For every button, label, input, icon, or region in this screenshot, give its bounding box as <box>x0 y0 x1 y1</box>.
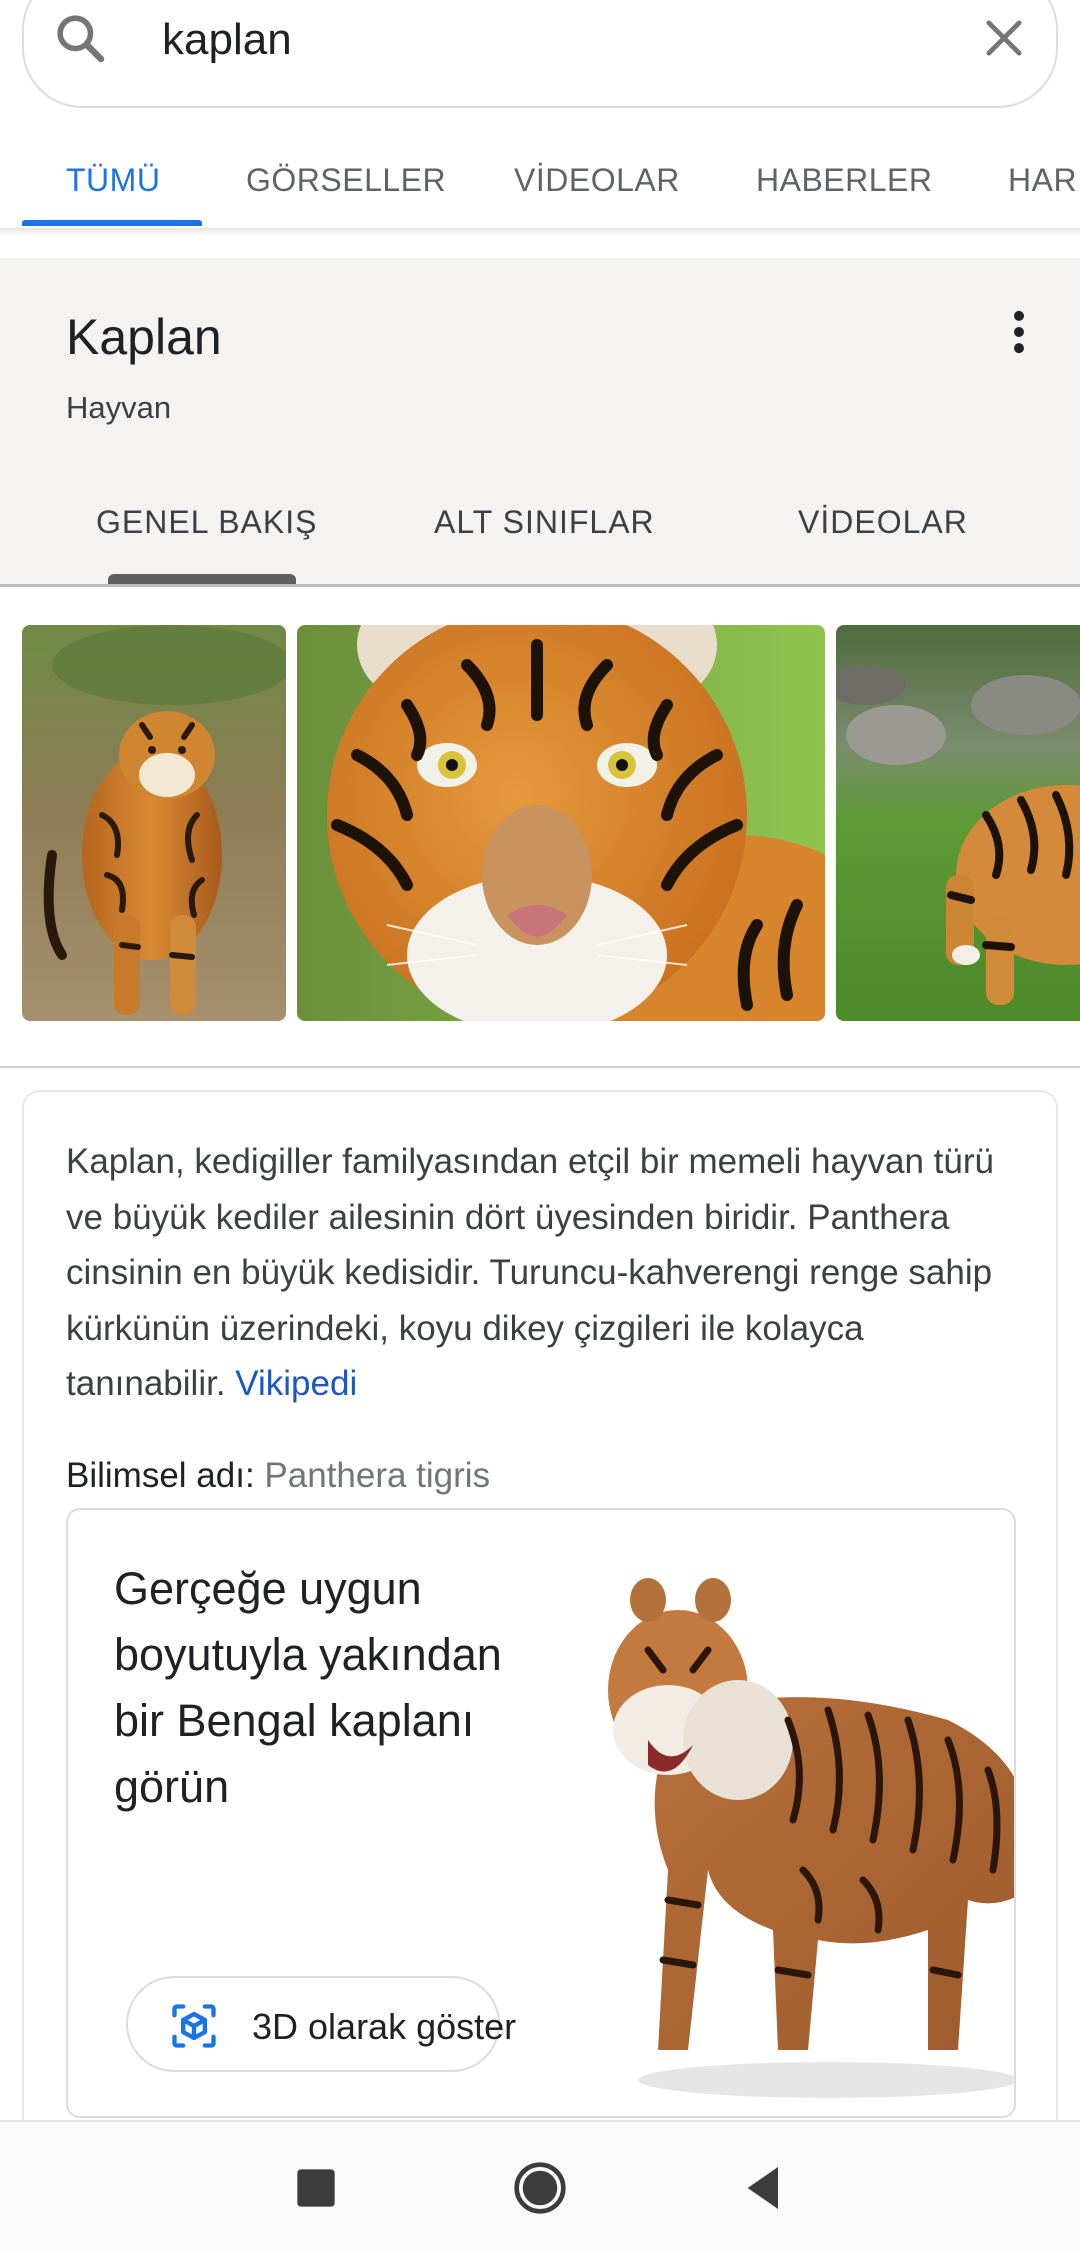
more-vert-icon[interactable] <box>1004 310 1034 354</box>
search-icon[interactable] <box>52 10 108 66</box>
ar-card-title: Gerçeğe uygun boyutuyla yakından bir Ben… <box>114 1563 502 1812</box>
description-text: Kaplan, kedigiller familyasından etçil b… <box>66 1134 1026 1412</box>
tab-news[interactable]: HABERLER <box>756 162 933 199</box>
knowledge-panel-header: Kaplan Hayvan GENEL BAKIŞ ALT SINIFLAR V… <box>0 258 1080 586</box>
description-body: Kaplan, kedigiller familyasından etçil b… <box>66 1142 994 1403</box>
view-in-3d-button[interactable]: 3D olarak göster <box>126 1976 516 2072</box>
active-tab-indicator <box>22 220 202 226</box>
tiger-face-image[interactable] <box>297 625 825 1021</box>
search-input[interactable]: kaplan <box>162 14 292 66</box>
view-in-3d-label: 3D olarak göster <box>252 2006 517 2047</box>
tiger-grass-image[interactable] <box>836 625 1080 1021</box>
tab-kp-videos[interactable]: VİDEOLAR <box>798 504 968 541</box>
search-tabs: TÜMÜ GÖRSELLER VİDEOLAR HABERLER HARİ <box>0 132 1080 232</box>
entity-title: Kaplan <box>66 309 222 365</box>
bengal-tiger-3d-image <box>608 1578 1014 2098</box>
tab-maps[interactable]: HARİ <box>1008 162 1080 199</box>
tab-videos[interactable]: VİDEOLAR <box>514 162 680 199</box>
tab-images[interactable]: GÖRSELLER <box>246 162 446 199</box>
system-nav-bar <box>0 2120 1080 2250</box>
view-in-3d-card[interactable]: Gerçeğe uygun boyutuyla yakından bir Ben… <box>66 1508 1016 2118</box>
scientific-name-value: Panthera tigris <box>264 1456 491 1495</box>
image-carousel <box>0 587 1080 1067</box>
back-triangle-icon[interactable] <box>736 2160 792 2216</box>
close-icon[interactable] <box>978 12 1030 64</box>
wikipedia-link[interactable]: Vikipedi <box>235 1364 357 1403</box>
tab-subclasses[interactable]: ALT SINIFLAR <box>434 504 655 541</box>
tiger-walking-image[interactable] <box>22 625 286 1021</box>
scientific-name-row: Bilimsel adı: Panthera tigris <box>66 1456 490 1496</box>
search-bar: kaplan <box>0 0 1080 120</box>
tab-overview[interactable]: GENEL BAKIŞ <box>96 504 317 541</box>
entity-type: Hayvan <box>66 390 172 425</box>
divider <box>0 1066 1080 1068</box>
recents-square-icon[interactable] <box>288 2160 344 2216</box>
tabs-shadow <box>0 228 1080 236</box>
home-circle-icon[interactable] <box>512 2160 568 2216</box>
ar-cube-icon <box>172 2004 216 2048</box>
scientific-name-label: Bilimsel adı: <box>66 1456 255 1495</box>
tab-all[interactable]: TÜMÜ <box>66 162 160 199</box>
